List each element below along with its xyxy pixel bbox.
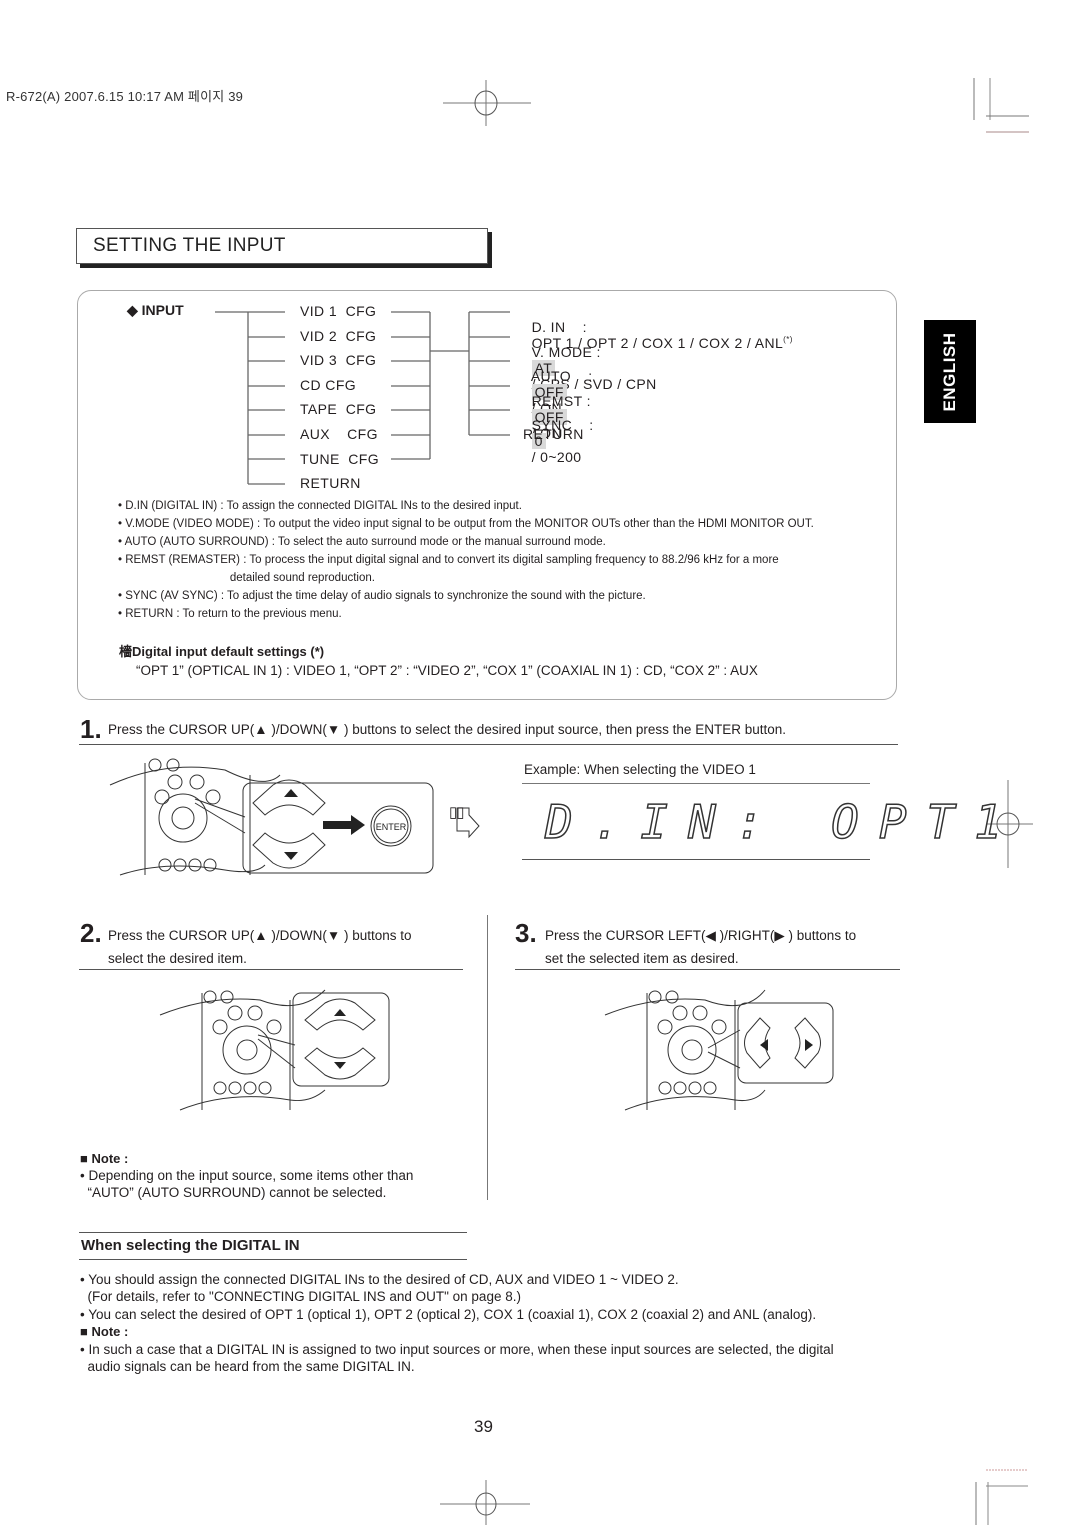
step-2-text-line2: select the desired item. — [108, 951, 247, 966]
menu-item-vid1-cfg: VID 1 CFG — [300, 303, 377, 319]
section-title: SETTING THE INPUT — [93, 235, 286, 256]
step-2-number: 2. — [80, 918, 102, 948]
menu-item-return: RETURN — [300, 475, 361, 491]
digital-in-heading: When selecting the DIGITAL IN — [81, 1237, 300, 1254]
language-tab-label: ENGLISH — [940, 331, 959, 412]
crop-mark-top-right — [973, 78, 1029, 133]
desc-sync: • SYNC (AV SYNC) : To adjust the time de… — [118, 590, 646, 602]
divider — [522, 783, 870, 784]
menu-item-tape-cfg: TAPE CFG — [300, 401, 377, 417]
menu-item-aux-cfg: AUX CFG — [300, 426, 378, 442]
language-tab: ENGLISH — [924, 320, 976, 423]
step-1-number: 1. — [80, 714, 102, 744]
note-heading-label: Note : — [91, 1151, 129, 1166]
divider — [515, 969, 900, 970]
defaults-body: “OPT 1” (OPTICAL IN 1) : VIDEO 1, “OPT 2… — [136, 663, 758, 678]
step-3-text-line1: Press the CURSOR LEFT(◀ )/RIGHT(▶ ) butt… — [545, 928, 857, 943]
menu-item-tune-cfg: TUNE CFG — [300, 451, 380, 467]
print-meta-header: R-672(A) 2007.6.15 10:17 AM 페이지 39 — [6, 89, 244, 104]
display-readout: D.IN: OPT1 — [544, 794, 1022, 850]
remote-illustration-step3 — [604, 989, 834, 1111]
note-1-text: • Depending on the input source, some it… — [80, 1168, 414, 1200]
digital-in-bullet-1-cont: (For details, refer to "CONNECTING DIGIT… — [80, 1289, 521, 1304]
divider — [79, 1232, 467, 1233]
menu-root-label: INPUT — [141, 302, 184, 318]
digital-in-bullet-2: • You can select the desired of OPT 1 (o… — [80, 1307, 817, 1322]
divider — [522, 859, 870, 860]
step-3-number: 3. — [515, 918, 537, 948]
square-bullet-icon: ■ — [80, 1151, 88, 1166]
glyph-boxes: ▯▯ — [449, 804, 464, 821]
step-2-text-line1: Press the CURSOR UP(▲ )/DOWN(▼ ) buttons… — [108, 928, 412, 943]
defaults-title: 檣Digital input default settings (*) — [119, 644, 325, 659]
desc-auto: • AUTO (AUTO SURROUND) : To select the a… — [118, 536, 606, 548]
menu-item-vid3-cfg: VID 3 CFG — [300, 352, 377, 368]
column-divider — [487, 915, 488, 1200]
digital-in-bullet-1: • You should assign the connected DIGITA… — [80, 1272, 679, 1287]
remote-illustration-step2 — [159, 989, 390, 1111]
note-2-heading: ■ Note : — [80, 1324, 128, 1339]
step-3-text-line2: set the selected item as desired. — [545, 951, 739, 966]
desc-d-in: • D.IN (DIGITAL IN) : To assign the conn… — [118, 500, 522, 512]
desc-v-mode: • V.MODE (VIDEO MODE) : To output the vi… — [118, 518, 814, 530]
cfg-options: / 0~200 — [531, 449, 582, 465]
menu-root-input: ◆ INPUT — [127, 302, 184, 319]
cfg-footnote-mark: (*) — [783, 335, 793, 344]
divider — [79, 1259, 467, 1260]
note-1-heading: ■ Note : — [80, 1151, 128, 1166]
cfg-item-return: RETURN — [523, 426, 584, 442]
enter-button-label: ENTER — [376, 822, 407, 832]
step-1-text: Press the CURSOR UP(▲ )/DOWN(▼ ) buttons… — [108, 722, 786, 737]
desc-remst: • REMST (REMASTER) : To process the inpu… — [118, 554, 779, 566]
desc-return: • RETURN : To return to the previous men… — [118, 608, 342, 620]
registration-mark-bottom — [440, 1480, 530, 1525]
page-number: 39 — [474, 1417, 493, 1436]
remote-illustration-step1: ENTER — [109, 758, 480, 876]
registration-mark-top — [443, 80, 531, 126]
desc-remst-cont: detailed sound reproduction. — [118, 572, 375, 584]
crop-mark-bottom-right — [975, 1469, 1028, 1525]
example-caption: Example: When selecting the VIDEO 1 — [524, 762, 756, 777]
square-bullet-icon: ■ — [80, 1324, 88, 1339]
menu-item-vid2-cfg: VID 2 CFG — [300, 328, 377, 344]
section-title-box: SETTING THE INPUT — [76, 228, 488, 264]
diamond-bullet-icon: ◆ — [127, 302, 138, 318]
note-heading-label: Note : — [91, 1324, 129, 1339]
divider — [79, 744, 898, 745]
divider — [79, 969, 463, 970]
note-2-text: • In such a case that a DIGITAL IN is as… — [80, 1342, 834, 1374]
menu-item-cd-cfg: CD CFG — [300, 377, 357, 393]
